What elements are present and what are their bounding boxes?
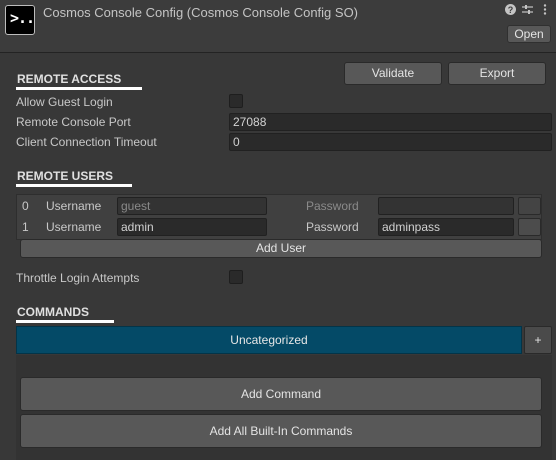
inspector-header: >.. Cosmos Console Config (Cosmos Consol… bbox=[0, 0, 556, 53]
user-row-password-field[interactable] bbox=[378, 197, 514, 215]
export-button[interactable]: Export bbox=[448, 62, 546, 85]
throttle-login-attempts-checkbox[interactable] bbox=[229, 270, 243, 284]
console-icon-glyph: >.. bbox=[10, 9, 35, 27]
user-row-username-label: Username bbox=[46, 199, 102, 213]
commands-underline bbox=[16, 320, 114, 323]
add-user-button[interactable]: Add User bbox=[20, 239, 542, 258]
validate-button[interactable]: Validate bbox=[344, 62, 442, 85]
tab-uncategorized[interactable]: Uncategorized bbox=[16, 326, 522, 354]
remote-access-underline bbox=[16, 87, 142, 90]
user-row-password-field[interactable]: adminpass bbox=[378, 218, 514, 236]
open-button[interactable]: Open bbox=[507, 25, 551, 43]
throttle-login-attempts-label: Throttle Login Attempts bbox=[16, 271, 140, 285]
allow-guest-login-checkbox[interactable] bbox=[229, 94, 243, 108]
add-category-button[interactable]: + bbox=[524, 326, 552, 354]
header-icon-group: ? bbox=[505, 4, 550, 15]
remote-access-heading: REMOTE ACCESS bbox=[17, 72, 122, 86]
help-icon[interactable]: ? bbox=[505, 4, 516, 15]
user-row-username-field[interactable]: guest bbox=[117, 197, 267, 215]
client-connection-timeout-label: Client Connection Timeout bbox=[16, 135, 157, 149]
remote-console-port-label: Remote Console Port bbox=[16, 115, 131, 129]
user-row-password-label: Password bbox=[306, 220, 359, 234]
remote-users-underline bbox=[16, 184, 132, 187]
remote-users-heading: REMOTE USERS bbox=[17, 169, 114, 183]
user-row-remove-button[interactable] bbox=[518, 218, 541, 236]
inspector-title: Cosmos Console Config (Cosmos Console Co… bbox=[43, 5, 359, 20]
sliders-icon[interactable] bbox=[522, 4, 533, 15]
allow-guest-login-label: Allow Guest Login bbox=[16, 95, 113, 109]
remote-console-port-field[interactable]: 27088 bbox=[229, 113, 552, 131]
add-all-built-in-commands-button[interactable]: Add All Built-In Commands bbox=[20, 414, 542, 448]
kebab-menu-icon[interactable] bbox=[539, 4, 550, 15]
add-command-button[interactable]: Add Command bbox=[20, 377, 542, 411]
user-row-remove-button[interactable] bbox=[518, 197, 541, 215]
client-connection-timeout-field[interactable]: 0 bbox=[229, 133, 552, 151]
user-row-index: 1 bbox=[22, 220, 29, 234]
commands-heading: COMMANDS bbox=[17, 305, 89, 319]
user-row-index: 0 bbox=[22, 199, 29, 213]
console-app-icon: >.. bbox=[5, 5, 35, 35]
user-row-password-label: Password bbox=[306, 199, 359, 213]
user-row-username-label: Username bbox=[46, 220, 102, 234]
user-row-username-field[interactable]: admin bbox=[117, 218, 267, 236]
